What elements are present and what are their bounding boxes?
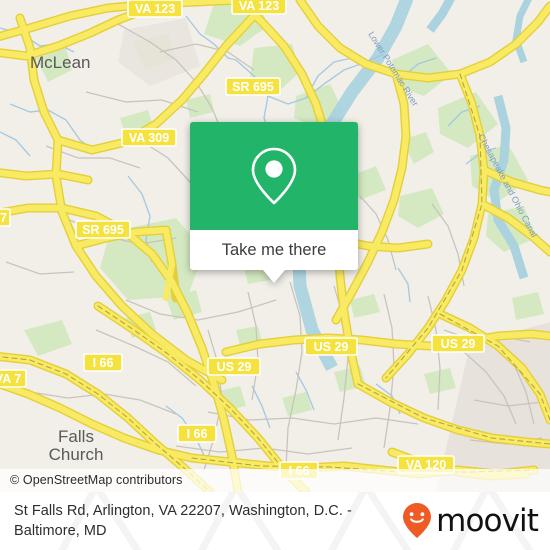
route-shield[interactable]: VA 123: [231, 0, 287, 15]
svg-text:57: 57: [0, 211, 7, 225]
svg-text:I 66: I 66: [187, 427, 208, 441]
svg-text:US 29: US 29: [441, 337, 476, 351]
address-text: St Falls Rd, Arlington, VA 22207, Washin…: [14, 503, 352, 539]
route-shield[interactable]: SR 695: [225, 77, 281, 96]
place-label-falls: Falls: [58, 427, 94, 446]
svg-text:SR 695: SR 695: [232, 80, 274, 94]
moovit-smiley-pin-icon: [403, 503, 432, 538]
route-shield[interactable]: SR 695: [75, 220, 131, 239]
take-me-there-label: Take me there: [221, 240, 327, 259]
popup-tail: [263, 270, 285, 283]
svg-text:US 29: US 29: [217, 360, 252, 374]
osm-attribution[interactable]: © OpenStreetMap contributors: [0, 469, 550, 492]
route-shield[interactable]: 57: [0, 208, 11, 227]
map-popup-card[interactable]: Take me there: [190, 122, 358, 283]
location-pin-icon: [251, 147, 297, 205]
map-screenshot: Lower Potomac River Chesapeake and Ohio …: [0, 0, 550, 550]
route-shield[interactable]: US 29: [304, 337, 358, 356]
svg-text:VA 309: VA 309: [129, 131, 169, 145]
route-shield[interactable]: I 66: [83, 353, 123, 372]
svg-text:SR 695: SR 695: [82, 223, 124, 237]
svg-text:US 29: US 29: [314, 340, 349, 354]
moovit-wordmark: moovit: [436, 502, 539, 539]
svg-text:VA 7: VA 7: [0, 372, 21, 386]
route-shield[interactable]: VA 123: [127, 0, 183, 18]
route-shield[interactable]: US 29: [431, 334, 485, 353]
svg-text:VA 123: VA 123: [239, 0, 279, 13]
route-shield[interactable]: I 66: [177, 424, 217, 443]
place-label-church: Church: [49, 445, 104, 464]
svg-text:VA 123: VA 123: [135, 2, 175, 16]
footer-bar: St Falls Rd, Arlington, VA 22207, Washin…: [0, 492, 550, 550]
place-label-mclean: McLean: [30, 53, 90, 72]
route-shield[interactable]: VA 7: [0, 369, 27, 388]
route-shield[interactable]: US 29: [207, 357, 261, 376]
popup-icon-area: [190, 122, 358, 230]
route-shield[interactable]: VA 309: [121, 128, 177, 147]
svg-text:I 66: I 66: [93, 356, 114, 370]
moovit-logo[interactable]: moovit: [402, 502, 539, 540]
take-me-there-button[interactable]: Take me there: [190, 230, 358, 270]
